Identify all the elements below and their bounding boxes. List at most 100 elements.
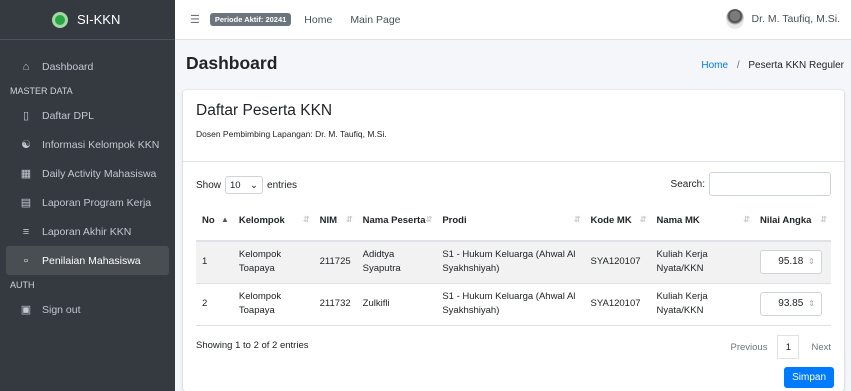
entries-label: entries <box>267 179 298 191</box>
cell-nama-mk: Kuliah Kerja Nyata/KKN <box>650 283 754 326</box>
user-name: Dr. M. Taufiq, M.Si. <box>751 13 841 25</box>
menu-toggle-icon[interactable]: ☰ <box>190 13 200 26</box>
save-button[interactable]: Simpan <box>784 367 834 388</box>
brand-logo-icon <box>52 11 68 28</box>
file-icon: ▤ <box>20 197 32 209</box>
nav-link-home[interactable]: Home <box>304 14 332 26</box>
sidebar-item-informasi-kelompok[interactable]: ☯ Informasi Kelompok KKN <box>6 130 169 159</box>
user-menu[interactable]: Dr. M. Taufiq, M.Si. <box>725 9 841 29</box>
col-header-nama-mk[interactable]: Nama MK ⇵ <box>650 200 754 242</box>
table-header-row: No ▲ Kelompok ⇵ NIM ⇵ Nama Peserta ⇵ Prodi ⇵ … <box>196 200 831 242</box>
cell-prodi: S1 - Hukum Keluarga (Ahwal Al Syakhshiya… <box>436 283 585 326</box>
breadcrumb-home[interactable]: Home <box>701 60 728 71</box>
sidebar-item-dashboard[interactable]: ⌂ Dashboard <box>6 52 169 81</box>
cell-prodi: S1 - Hukum Keluarga (Ahwal Al Syakhshiya… <box>436 241 585 284</box>
breadcrumb-current: Peserta KKN Reguler <box>748 60 844 71</box>
spinner-icon[interactable]: ⇕ <box>808 256 815 268</box>
pagination-previous[interactable]: Previous <box>720 342 777 353</box>
peserta-card: Daftar Peserta KKN Dosen Pembimbing Lapa… <box>183 90 844 391</box>
cell-nama: Adidtya Syaputra <box>356 241 437 284</box>
nav-link-main-page[interactable]: Main Page <box>350 14 400 26</box>
sidebar-item-label: Laporan Akhir KKN <box>42 225 132 238</box>
sidebar-item-label: Daily Activity Mahasiswa <box>42 167 157 180</box>
sidebar: SI-KKN ⌂ Dashboard MASTER DATA ▯ Daftar … <box>0 0 175 391</box>
table-info: Showing 1 to 2 of 2 entries <box>196 340 309 351</box>
users-icon: ☯ <box>21 139 31 151</box>
cell-kode-mk: SYA120107 <box>584 241 651 284</box>
card-header: Daftar Peserta KKN Dosen Pembimbing Lapa… <box>183 90 844 162</box>
entries-value: 10 <box>230 179 241 191</box>
sidebar-item-label: Penilaian Mahasiswa <box>42 254 141 267</box>
pagination-page-1[interactable]: 1 <box>777 335 800 359</box>
spinner-icon[interactable]: ⇕ <box>808 298 815 310</box>
sidebar-item-laporan-akhir[interactable]: ≡ Laporan Akhir KKN <box>6 217 169 246</box>
brand-name: SI-KKN <box>77 12 121 27</box>
sort-icon: ⇵ <box>743 215 750 224</box>
col-header-kode-mk[interactable]: Kode MK ⇵ <box>584 200 651 242</box>
datatable-controls: Show 10 ⌄ entries Search: <box>196 172 831 197</box>
chevron-down-icon: ⌄ <box>250 179 259 191</box>
book-icon: ▯ <box>22 110 30 122</box>
signout-icon: ▣ <box>20 304 32 316</box>
search-input[interactable] <box>709 172 831 196</box>
datatable-footer: Showing 1 to 2 of 2 entries Previous 1 N… <box>196 335 831 361</box>
sort-icon: ⇵ <box>425 215 433 224</box>
nilai-input[interactable]: 95.18 ⇕ <box>760 250 822 275</box>
table-row: 1 Kelompok Toapaya 211725 Adidtya Syaput… <box>196 241 831 284</box>
pagination-next[interactable]: Next <box>799 342 831 353</box>
sidebar-item-daily-activity[interactable]: ▦ Daily Activity Mahasiswa <box>6 159 169 188</box>
nilai-input[interactable]: 93.85 ⇕ <box>760 292 822 316</box>
sort-icon: ⇵ <box>820 215 827 224</box>
col-header-kelompok[interactable]: Kelompok ⇵ <box>232 200 314 242</box>
search-control: Search: <box>671 172 831 196</box>
col-header-nim[interactable]: NIM ⇵ <box>313 200 357 242</box>
card-title: Daftar Peserta KKN <box>196 102 333 119</box>
periode-badge: Periode Aktif: 20241 <box>209 13 292 26</box>
cell-no: 2 <box>196 283 233 326</box>
sidebar-item-penilaian-mahasiswa[interactable]: ▫ Penilaian Mahasiswa <box>6 246 169 275</box>
show-label: Show <box>196 179 222 191</box>
sort-icon: ⇵ <box>302 215 310 224</box>
col-header-nama-peserta[interactable]: Nama Peserta ⇵ <box>356 200 437 242</box>
length-control: Show 10 ⌄ entries <box>196 176 297 194</box>
cell-nilai: 95.18 ⇕ <box>754 241 831 284</box>
avatar <box>725 9 744 29</box>
col-header-nilai-angka[interactable]: Nilai Angka ⇵ <box>754 200 831 242</box>
sort-icon: ⇵ <box>573 215 581 224</box>
cell-nama: Zulkifli <box>356 283 437 326</box>
cell-kelompok: Kelompok Toapaya <box>232 283 314 326</box>
cell-nilai: 93.85 ⇕ <box>754 283 831 326</box>
sidebar-item-label: Dashboard <box>42 60 94 73</box>
sidebar-item-daftar-dpl[interactable]: ▯ Daftar DPL <box>6 101 169 130</box>
sidebar-item-sign-out[interactable]: ▣ Sign out <box>6 295 169 324</box>
top-navbar: ☰ Periode Aktif: 20241 Home Main Page Dr… <box>175 0 851 40</box>
search-label: Search: <box>670 178 705 190</box>
col-header-no[interactable]: No ▲ <box>196 200 233 242</box>
sort-icon: ⇵ <box>639 215 647 224</box>
cell-kelompok: Kelompok Toapaya <box>232 241 314 284</box>
peserta-table: No ▲ Kelompok ⇵ NIM ⇵ Nama Peserta ⇵ Prodi ⇵ … <box>196 200 831 326</box>
nav-header-auth: AUTH <box>10 280 35 290</box>
nilai-value: 93.85 <box>778 297 804 309</box>
entries-select[interactable]: 10 ⌄ <box>225 176 264 194</box>
file-check-icon: ▫ <box>24 254 28 267</box>
home-icon: ⌂ <box>22 60 30 73</box>
table-icon: ▦ <box>20 168 32 180</box>
sidebar-item-label: Sign out <box>42 303 81 316</box>
cell-nim: 211725 <box>313 241 357 284</box>
cell-nim: 211732 <box>313 283 357 326</box>
breadcrumb: Home / Peserta KKN Reguler <box>701 60 844 71</box>
page-title: Dashboard <box>186 53 278 73</box>
sidebar-item-label: Informasi Kelompok KKN <box>42 138 160 151</box>
sidebar-item-label: Daftar DPL <box>42 109 94 122</box>
cell-kode-mk: SYA120107 <box>584 283 651 326</box>
cell-nama-mk: Kuliah Kerja Nyata/KKN <box>650 241 754 284</box>
sort-icon: ⇵ <box>345 215 353 224</box>
brand[interactable]: SI-KKN <box>0 0 175 40</box>
col-header-prodi[interactable]: Prodi ⇵ <box>436 200 585 242</box>
pagination: Previous 1 Next <box>720 335 831 359</box>
table-row: 2 Kelompok Toapaya 211732 Zulkifli S1 - … <box>196 283 831 326</box>
card-subtitle: Dosen Pembimbing Lapangan: Dr. M. Taufiq… <box>196 129 387 139</box>
nav-header-master-data: MASTER DATA <box>10 86 73 96</box>
sidebar-item-laporan-program-kerja[interactable]: ▤ Laporan Program Kerja <box>6 188 169 217</box>
